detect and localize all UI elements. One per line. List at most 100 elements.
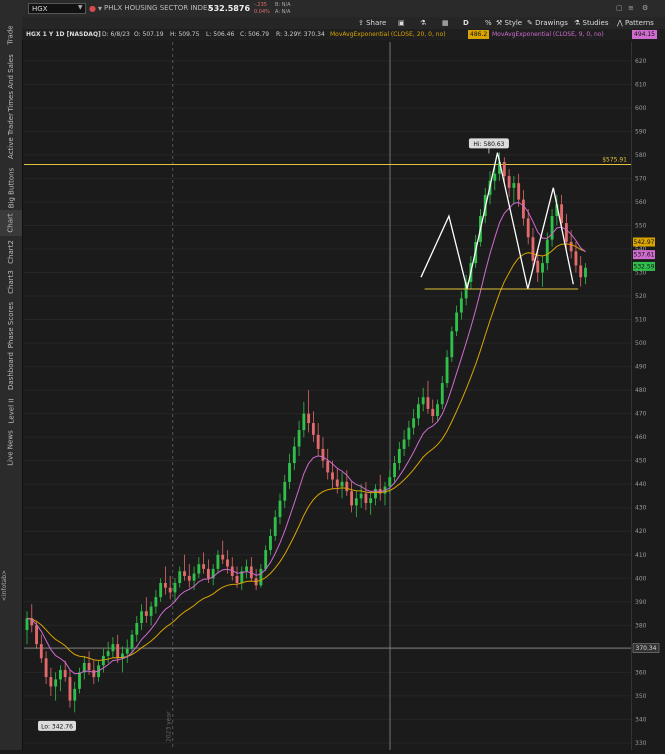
sidebar-tab-level-ii[interactable]: Level II <box>0 396 22 426</box>
menu-icon[interactable]: ≡ <box>628 0 634 17</box>
period-button[interactable]: D <box>463 17 469 29</box>
sidebar-tab-phase-scores[interactable]: Phase Scores <box>0 300 22 350</box>
gear-icon[interactable]: ⚙ <box>642 0 648 17</box>
axis-tick-label: 330 <box>635 740 647 747</box>
sidebar-tab-label: Active Trader <box>7 113 16 159</box>
candle-body <box>459 298 463 313</box>
chevron-down-icon[interactable]: ▼ <box>78 4 83 11</box>
ma9-study-value: 494.15 <box>632 30 657 39</box>
price-axis[interactable]: 3303403503603703803904004104204304404504… <box>631 42 665 750</box>
candle-body <box>584 267 587 278</box>
info-high: H: 509.75 <box>170 31 200 38</box>
sidebar-collapse-handle[interactable]: <infotab> <box>0 560 10 610</box>
price-axis-svg: 3303403503603703803904004104204304404504… <box>632 58 660 747</box>
ask-price: A: N/A <box>275 9 291 15</box>
chart-title: HGX 1 Y 1D [NASDAQ] <box>26 31 101 38</box>
candle-body <box>68 677 72 701</box>
axis-tick-label: 610 <box>635 81 647 88</box>
price-chart-svg[interactable]: 2023 year $575.91 Hi: 580.63 Lo: 342.76 <box>24 42 631 750</box>
sidebar-tab-times-and-sales[interactable]: Times And Sales <box>0 54 22 112</box>
axis-tick-label: 500 <box>635 340 647 347</box>
sidebar: Trade Times And Sales Active Trader Big … <box>0 0 23 750</box>
candle-body <box>101 655 105 666</box>
candle-body <box>564 223 568 242</box>
candle-body <box>197 564 201 574</box>
candle-body <box>63 670 67 678</box>
sidebar-tab-big-buttons[interactable]: Big Buttons <box>0 165 22 210</box>
axis-tick-label: 410 <box>635 552 647 559</box>
low-label: Lo: 342.76 <box>41 723 73 730</box>
candle-body <box>374 488 377 499</box>
drawings-button[interactable]: ✎ Drawings <box>527 17 568 29</box>
patterns-icon: ⋀ <box>617 19 623 27</box>
candle-body <box>163 582 167 588</box>
sidebar-tab-chart3[interactable]: Chart3 <box>0 268 22 296</box>
studies-button[interactable]: ⚗ Studies <box>574 17 608 29</box>
candle-body <box>412 418 416 428</box>
sidebar-tab-label: Trade <box>6 25 15 45</box>
sidebar-tab-live-news[interactable]: Live News <box>0 428 22 468</box>
candle-body <box>521 199 525 219</box>
axis-tick-label: 580 <box>635 152 647 159</box>
axis-tick-label: 510 <box>635 317 647 324</box>
candle-body <box>154 597 158 607</box>
resistance-label: $575.91 <box>602 157 627 164</box>
axis-tick-label: 360 <box>635 669 647 676</box>
axis-tick-label: 560 <box>635 199 647 206</box>
candle-body <box>58 670 62 680</box>
candle-body <box>259 568 263 586</box>
share-button[interactable]: ⇪ Share <box>358 17 386 29</box>
candle-body <box>264 550 268 569</box>
save-image-button[interactable]: ▣ <box>398 17 405 29</box>
candle-body <box>159 582 163 598</box>
style-button[interactable]: ⚒ Style <box>496 17 522 29</box>
info-range: R: 3.29 <box>276 31 298 38</box>
candle-body <box>321 448 325 461</box>
sidebar-tab-chart2[interactable]: Chart2 <box>0 238 22 266</box>
sidebar-tab-active-trader[interactable]: Active Trader <box>0 112 22 160</box>
box-icon[interactable]: ▢ <box>616 0 623 17</box>
style-icon: ⚒ <box>496 19 503 27</box>
candle-body <box>49 677 53 687</box>
candle-body <box>402 439 406 449</box>
candle-body <box>354 498 358 506</box>
candle-body <box>307 413 311 424</box>
candle-body <box>25 618 29 631</box>
axis-tick-label: 400 <box>635 575 647 582</box>
price-badge-label: 532.59 <box>634 263 655 270</box>
candle-body <box>278 500 282 518</box>
candle-body <box>288 463 291 482</box>
price-badge-label: 537.61 <box>634 252 655 259</box>
grid-button[interactable]: ▦ <box>442 17 449 29</box>
price-chart[interactable]: 2023 year $575.91 Hi: 580.63 Lo: 342.76 <box>24 42 631 750</box>
percent-button[interactable]: % <box>485 17 492 29</box>
ma9-study-label[interactable]: MovAvgExponential (CLOSE, 9, 0, no) <box>492 29 604 40</box>
axis-tick-label: 550 <box>635 222 647 229</box>
sidebar-tab-trade[interactable]: Trade <box>0 10 22 60</box>
candle-body <box>144 611 148 616</box>
symbol-value: HGX <box>32 5 48 13</box>
price-change-pct: 0.04% <box>254 9 270 15</box>
candle-body <box>292 446 296 464</box>
link-icon[interactable]: ● <box>89 0 96 17</box>
candle-body <box>326 460 330 473</box>
candle-body <box>140 611 143 623</box>
lab-button[interactable]: ⚗ <box>420 17 426 29</box>
axis-tick-label: 430 <box>635 505 647 512</box>
ma20-study-value: 486.2 <box>468 30 490 39</box>
patterns-label: Patterns <box>624 19 654 27</box>
patterns-button[interactable]: ⋀ Patterns <box>617 17 654 29</box>
ma20-study-label[interactable]: MovAvgExponential (CLOSE, 20, 0, no) <box>330 29 446 40</box>
sidebar-tab-chart[interactable]: Chart <box>0 210 22 236</box>
link-chevron-icon[interactable]: ▾ <box>98 0 102 17</box>
candle-body <box>550 216 554 240</box>
candle-body <box>206 568 210 579</box>
cursor-price-label: 370.34 <box>636 645 657 652</box>
sidebar-collapse-label: <infotab> <box>1 569 9 601</box>
candle-body <box>359 493 363 499</box>
candle-body <box>283 481 287 501</box>
info-close: C: 506.79 <box>240 31 270 38</box>
candle-body <box>393 463 396 478</box>
sidebar-tab-dashboard[interactable]: Dashboard <box>0 350 22 392</box>
candle-body <box>39 644 43 659</box>
